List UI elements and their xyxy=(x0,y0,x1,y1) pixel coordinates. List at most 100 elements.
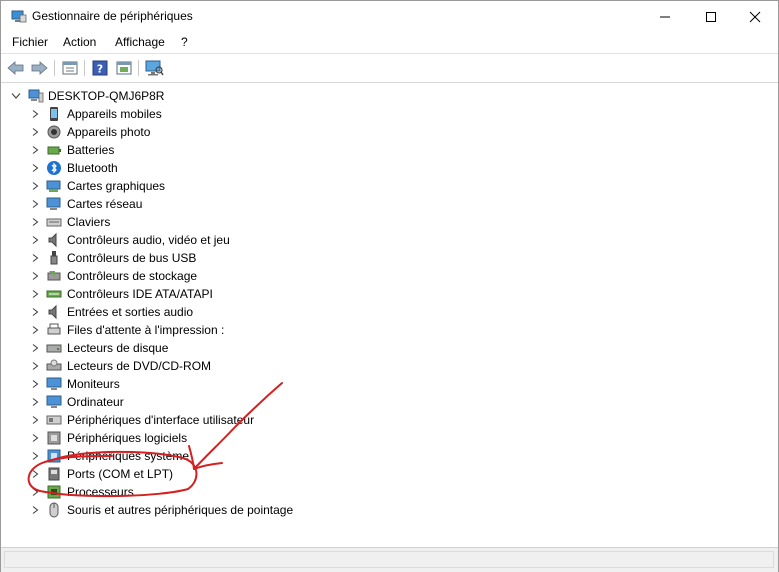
tree-node-label: Souris et autres périphériques de pointa… xyxy=(67,503,294,517)
update-view-button[interactable] xyxy=(114,58,134,78)
maximize-button[interactable] xyxy=(688,1,734,32)
toolbar-separator xyxy=(84,60,85,76)
chevron-right-icon[interactable] xyxy=(30,505,40,515)
forward-arrow-icon xyxy=(31,61,48,75)
menu-action[interactable]: Action xyxy=(63,35,96,49)
help-button[interactable]: ? xyxy=(90,58,110,78)
mobile-device-icon xyxy=(50,107,58,121)
tree-node-label: Processeurs xyxy=(67,485,134,499)
chevron-right-icon[interactable] xyxy=(30,289,40,299)
tree-node[interactable]: Processeurs xyxy=(1,483,501,501)
minimize-button[interactable] xyxy=(642,1,688,32)
tree-node[interactable]: Ordinateur xyxy=(1,393,501,411)
tree-node-label: Contrôleurs IDE ATA/ATAPI xyxy=(67,287,213,301)
chevron-right-icon[interactable] xyxy=(30,325,40,335)
scan-hardware-button[interactable] xyxy=(144,58,164,78)
tree-node-label: Contrôleurs de stockage xyxy=(67,269,198,283)
tree-node[interactable]: Files d'attente à l'impression : xyxy=(1,321,501,339)
menu-fichier[interactable]: Fichier xyxy=(12,35,48,49)
tree-node[interactable]: Lecteurs de disque xyxy=(1,339,501,357)
bluetooth-icon xyxy=(47,161,61,175)
chevron-right-icon[interactable] xyxy=(30,469,40,479)
camera-icon xyxy=(47,125,61,139)
chevron-right-icon[interactable] xyxy=(30,307,40,317)
menu-affichage[interactable]: Affichage xyxy=(115,35,165,49)
tree-node[interactable]: Ports (COM et LPT) xyxy=(1,465,501,483)
update-view-icon xyxy=(116,61,132,75)
monitor-icon xyxy=(46,377,62,390)
status-bar xyxy=(1,547,778,572)
chevron-right-icon[interactable] xyxy=(30,433,40,443)
device-tree[interactable]: DESKTOP-QMJ6P8R Appareils mobiles Apparei… xyxy=(1,82,778,547)
tree-node-label: Contrôleurs de bus USB xyxy=(67,251,197,265)
keyboard-icon xyxy=(46,218,62,227)
mouse-icon xyxy=(49,502,59,518)
chevron-right-icon[interactable] xyxy=(30,451,40,461)
tree-root[interactable]: DESKTOP-QMJ6P8R xyxy=(1,87,401,105)
chevron-down-icon[interactable] xyxy=(11,92,21,100)
properties-button[interactable] xyxy=(60,58,80,78)
computer-icon xyxy=(28,89,44,103)
port-icon xyxy=(48,467,60,481)
close-button[interactable] xyxy=(732,1,778,32)
chevron-right-icon[interactable] xyxy=(30,415,40,425)
chevron-right-icon[interactable] xyxy=(30,217,40,227)
tree-node[interactable]: Moniteurs xyxy=(1,375,501,393)
tree-node[interactable]: Cartes réseau xyxy=(1,195,501,213)
tree-node-label: Lecteurs de DVD/CD-ROM xyxy=(67,359,212,373)
back-arrow-icon xyxy=(7,61,24,75)
ide-controller-icon xyxy=(46,290,62,298)
chevron-right-icon[interactable] xyxy=(30,235,40,245)
tree-node[interactable]: Appareils mobiles xyxy=(1,105,501,123)
maximize-icon xyxy=(706,11,716,22)
chevron-right-icon[interactable] xyxy=(30,379,40,389)
chevron-right-icon[interactable] xyxy=(30,271,40,281)
chevron-right-icon[interactable] xyxy=(30,181,40,191)
chevron-right-icon[interactable] xyxy=(30,397,40,407)
tree-node-label: Ports (COM et LPT) xyxy=(67,467,174,481)
tree-node-label: Files d'attente à l'impression : xyxy=(67,323,225,337)
chevron-right-icon[interactable] xyxy=(30,199,40,209)
tree-node-label: Cartes réseau xyxy=(67,197,143,211)
chevron-right-icon[interactable] xyxy=(30,487,40,497)
computer-icon xyxy=(46,395,62,408)
tree-node-label: Cartes graphiques xyxy=(67,179,166,193)
tree-node[interactable]: Contrôleurs IDE ATA/ATAPI xyxy=(1,285,501,303)
chevron-right-icon[interactable] xyxy=(30,109,40,119)
tree-node-label: Appareils photo xyxy=(67,125,151,139)
chevron-right-icon[interactable] xyxy=(30,253,40,263)
tree-node[interactable]: Souris et autres périphériques de pointa… xyxy=(1,501,501,519)
tree-node[interactable]: Cartes graphiques xyxy=(1,177,501,195)
toolbar-separator xyxy=(138,60,139,76)
tree-node[interactable]: Périphériques système xyxy=(1,447,501,465)
chevron-right-icon[interactable] xyxy=(30,361,40,371)
chevron-right-icon[interactable] xyxy=(30,145,40,155)
title-bar[interactable]: Gestionnaire de périphériques xyxy=(1,1,778,32)
display-adapter-icon xyxy=(46,180,61,192)
tree-root-label: DESKTOP-QMJ6P8R xyxy=(48,89,165,103)
chevron-right-icon[interactable] xyxy=(30,343,40,353)
tree-node[interactable]: Contrôleurs audio, vidéo et jeu xyxy=(1,231,501,249)
menu-bar: Fichier Action Affichage ? xyxy=(1,32,778,53)
tree-node-label: Batteries xyxy=(67,143,115,157)
tree-node[interactable]: Appareils photo xyxy=(1,123,501,141)
tree-node[interactable]: Périphériques logiciels xyxy=(1,429,501,447)
tree-node-label: Bluetooth xyxy=(67,161,118,175)
tree-node-label: Périphériques système xyxy=(67,449,190,463)
tree-node[interactable]: Batteries xyxy=(1,141,501,159)
tree-node[interactable]: Contrôleurs de stockage xyxy=(1,267,501,285)
processor-icon xyxy=(47,485,61,499)
chevron-right-icon[interactable] xyxy=(30,127,40,137)
back-button[interactable] xyxy=(6,58,26,78)
tree-node[interactable]: Entrées et sorties audio xyxy=(1,303,501,321)
minimize-icon xyxy=(660,16,670,17)
tree-node[interactable]: Bluetooth xyxy=(1,159,501,177)
tree-node[interactable]: Lecteurs de DVD/CD-ROM xyxy=(1,357,501,375)
forward-button[interactable] xyxy=(29,58,49,78)
menu-help[interactable]: ? xyxy=(181,35,188,49)
chevron-right-icon[interactable] xyxy=(30,163,40,173)
tree-node[interactable]: Contrôleurs de bus USB xyxy=(1,249,501,267)
tree-node[interactable]: Claviers xyxy=(1,213,501,231)
tree-node[interactable]: Périphériques d'interface utilisateur xyxy=(1,411,501,429)
usb-icon xyxy=(50,251,58,265)
